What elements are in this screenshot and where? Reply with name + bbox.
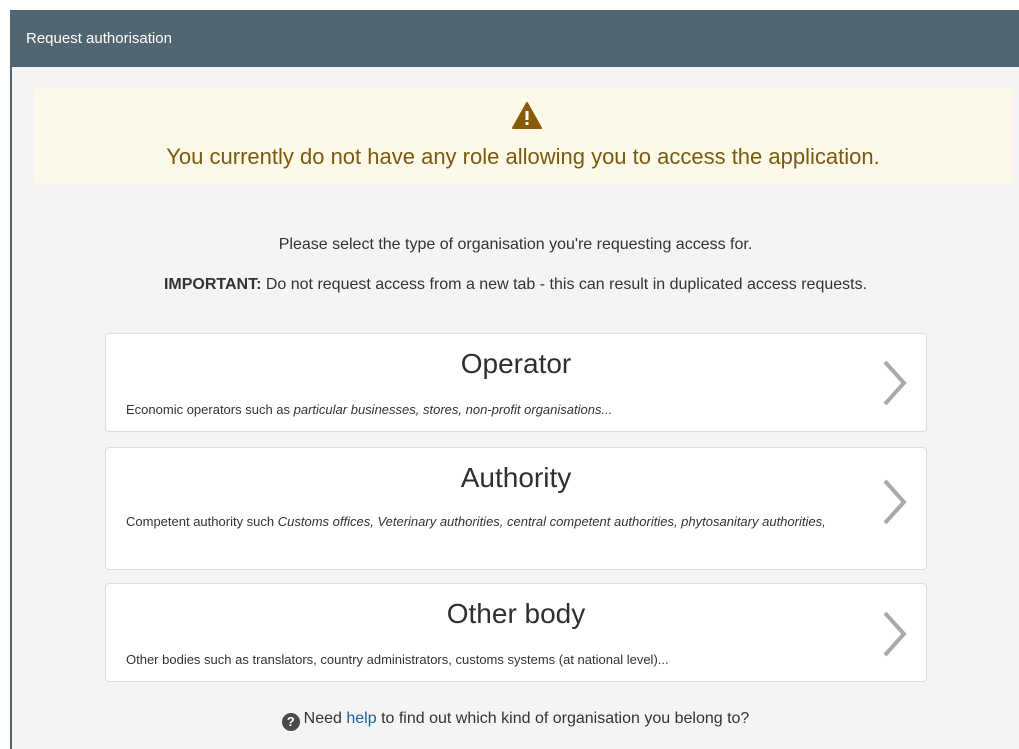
card-title: Other body [446, 598, 586, 629]
instructions: Please select the type of organisation y… [12, 236, 1019, 293]
card-description-examples: particular businesses, stores, non-profi… [293, 402, 613, 417]
operator-card[interactable]: Operator Economic operators such as part… [105, 333, 927, 432]
warning-triangle-icon [512, 102, 542, 129]
important-label: IMPORTANT: [163, 276, 262, 293]
important-notice: IMPORTANT: Do not request access from a … [12, 276, 1019, 294]
left-margin [0, 0, 12, 749]
help-text-before: Need [303, 710, 347, 727]
panel-title: Request authorisation [26, 30, 172, 47]
card-description: Competent authority such Customs offices… [126, 512, 900, 532]
chevron-right-icon [883, 611, 907, 657]
question-circle-icon: ? [281, 713, 300, 731]
select-instruction: Please select the type of organisation y… [278, 236, 753, 253]
card-title: Authority [460, 462, 572, 493]
card-description: Other bodies such as translators, countr… [126, 650, 890, 670]
warning-alert: You currently do not have any role allow… [34, 88, 1012, 184]
panel-header: Request authorisation [12, 10, 1019, 67]
card-description-text: Economic operators such as [126, 402, 294, 417]
card-title: Operator [460, 348, 572, 379]
card-description: Economic operators such as particular bu… [126, 400, 890, 420]
authority-card[interactable]: Authority Competent authority such Custo… [105, 447, 927, 570]
important-text: Do not request access from a new tab - t… [261, 276, 868, 293]
warning-message: You currently do not have any role allow… [166, 144, 880, 169]
other-body-card[interactable]: Other body Other bodies such as translat… [105, 583, 927, 682]
help-prompt: ? Need help to find out which kind of org… [12, 710, 1019, 731]
chevron-right-icon [883, 360, 907, 406]
help-link[interactable]: help [346, 710, 376, 727]
card-description-examples: Customs offices, Veterinary authorities,… [277, 514, 826, 529]
help-text-after: to find out which kind of organisation y… [376, 710, 750, 727]
card-description-text: Competent authority such [126, 514, 278, 529]
request-authorisation-panel: Request authorisation You currently do n… [12, 10, 1019, 749]
card-description-text: Other bodies such as translators, countr… [126, 652, 669, 667]
chevron-right-icon [883, 479, 907, 525]
